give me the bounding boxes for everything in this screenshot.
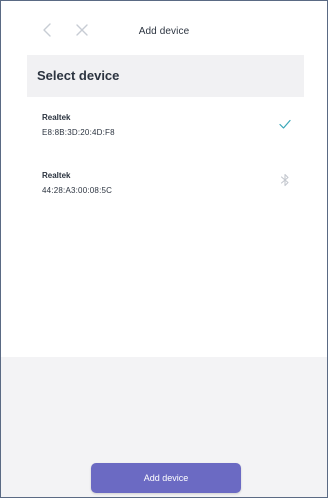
bluetooth-icon	[280, 173, 289, 187]
device-row-2[interactable]: Realtek 44:28:A3:00:08:5C	[27, 159, 304, 209]
app-screen: Add device Select device Realtek E8:8B:3…	[0, 0, 328, 498]
device-mac-address: 44:28:A3:00:08:5C	[42, 186, 113, 195]
device-name: Realtek	[42, 171, 71, 180]
add-device-button[interactable]: Add device	[91, 463, 241, 493]
device-name: Realtek	[42, 113, 71, 122]
top-bar: Add device	[1, 1, 327, 55]
page-title: Add device	[138, 26, 190, 37]
device-mac-address: E8:8B:3D:20:4D:F8	[42, 128, 115, 137]
section-title: Select device	[37, 68, 120, 83]
section-header: Select device	[27, 55, 304, 97]
device-row-1[interactable]: Realtek E8:8B:3D:20:4D:F8	[27, 101, 304, 151]
check-icon	[279, 119, 291, 129]
